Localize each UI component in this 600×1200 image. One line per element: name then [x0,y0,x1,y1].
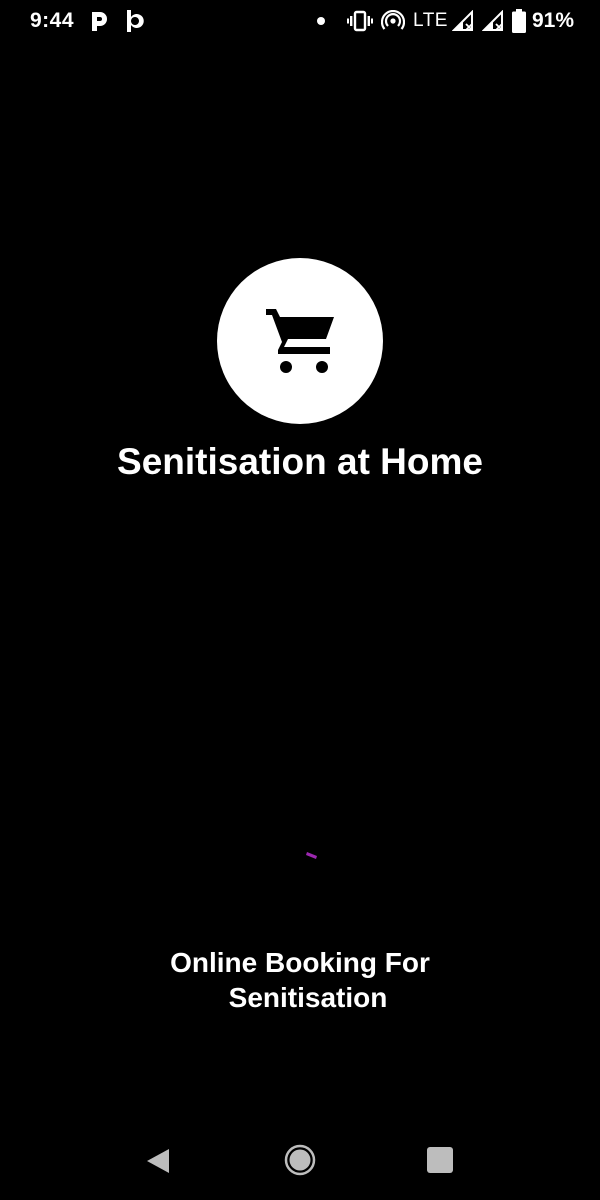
recents-icon[interactable] [427,1147,453,1173]
hotspot-icon [381,10,406,30]
app-title: Senitisation at Home [117,441,483,482]
vibrate-icon [347,10,374,32]
battery-percent: 91% [531,9,574,32]
tagline: Online Booking For Senitisation [140,945,460,1015]
tagline-line-1: Online Booking For [170,947,430,978]
status-right: LTE 91% [317,9,574,33]
p-app-icon [127,10,144,32]
p-app-icon [92,12,108,31]
back-icon[interactable] [145,1147,171,1175]
home-icon[interactable] [284,1144,316,1176]
tagline-line-2: Senitisation [228,982,388,1013]
shopping-cart-icon [266,309,334,373]
status-left: 9:44 [30,9,160,33]
loading-spinner [306,852,317,859]
signal-icon [481,10,503,31]
signal-icon [451,10,473,31]
notification-dot-icon [317,17,326,25]
network-type: LTE [413,10,448,31]
status-time: 9:44 [30,9,75,32]
app-logo [217,258,383,424]
battery-icon [511,9,526,33]
status-bar: 9:44 LTE 91% [0,0,600,42]
